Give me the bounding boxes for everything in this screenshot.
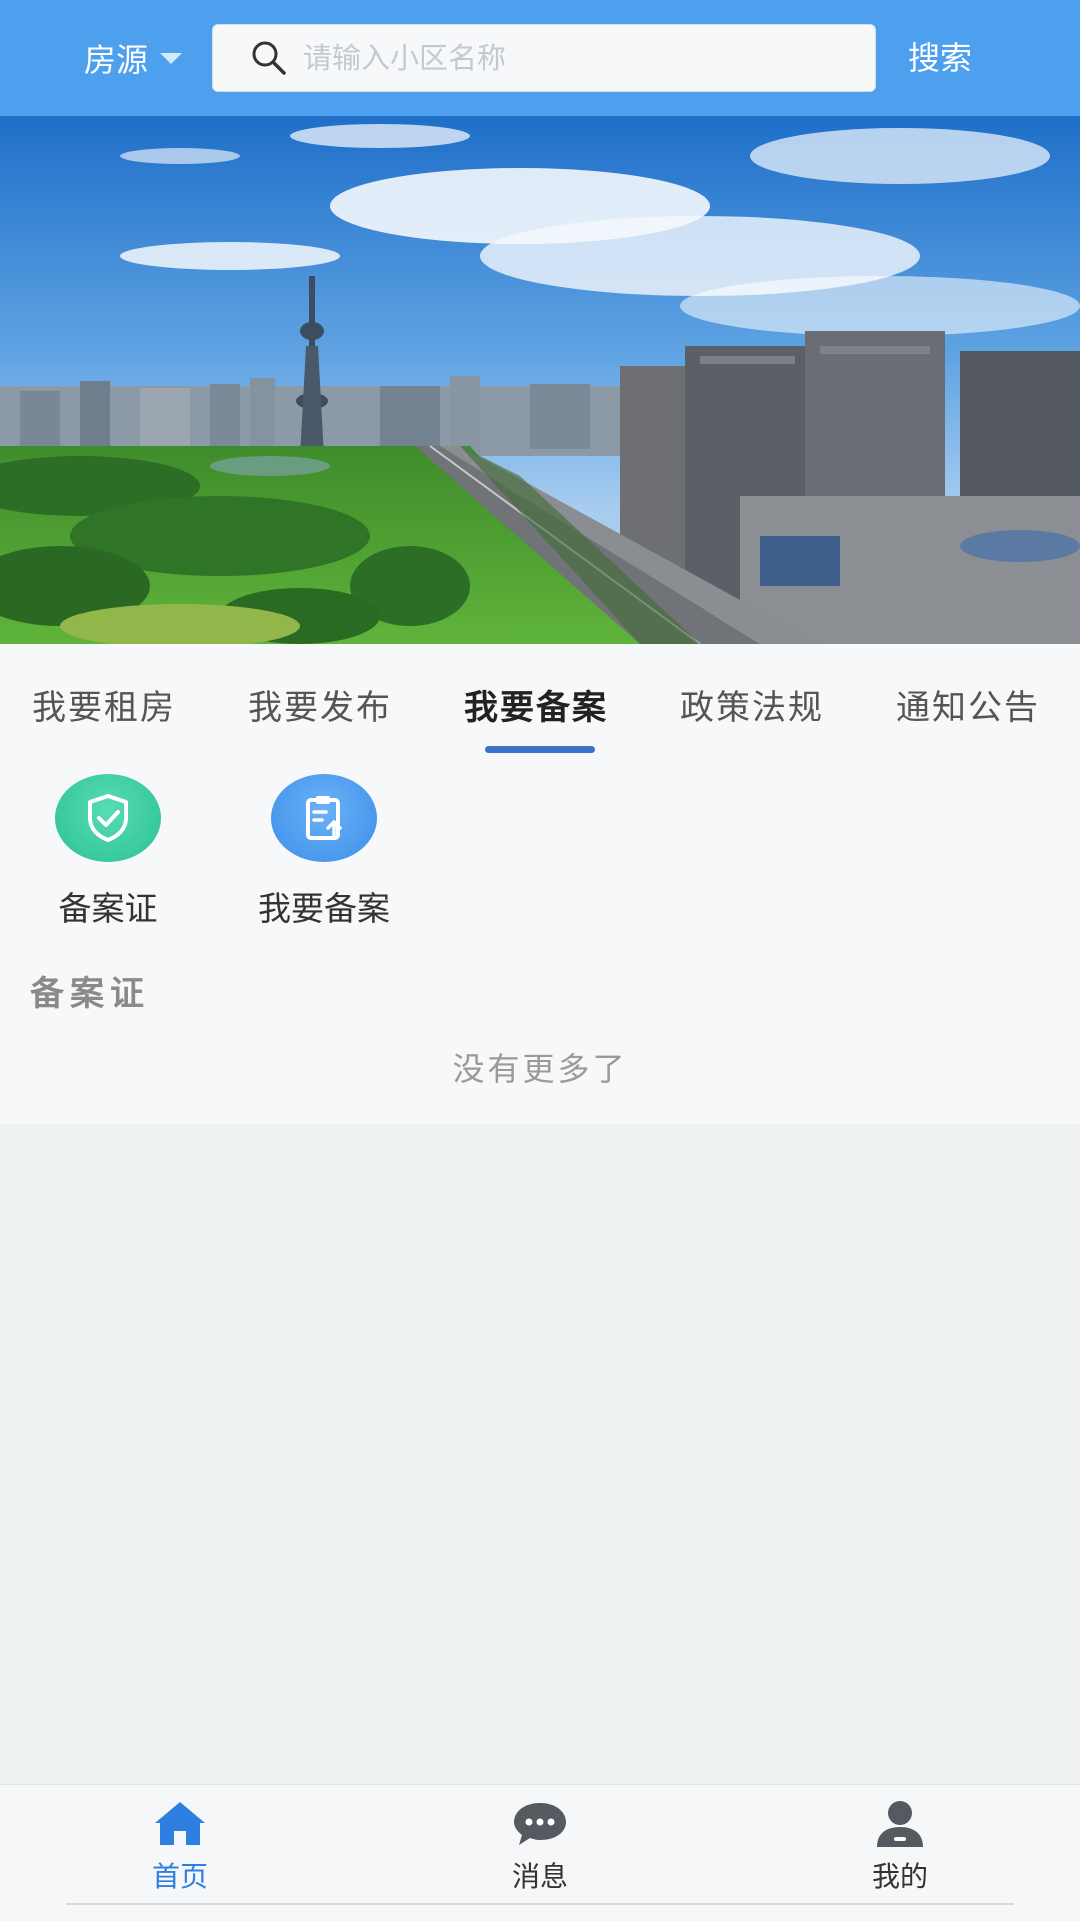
tab-rent[interactable]: 我要租房: [32, 680, 176, 729]
active-tab-indicator: [485, 746, 595, 753]
user-icon: [877, 1801, 923, 1847]
chevron-down-icon: [160, 52, 183, 64]
nav-home-label: 首页: [151, 1860, 208, 1893]
nav-profile-label: 我的: [871, 1860, 928, 1893]
apply-filing-label: 我要备案: [258, 889, 390, 928]
content-panel: 我要租房 我要发布 我要备案 政策法规 通知公告 备案证 我要备案 备案证 没有…: [0, 644, 1080, 1124]
tab-policy[interactable]: 政策法规: [680, 680, 824, 729]
chat-bubble-icon: [514, 1803, 566, 1845]
nav-messages-label: 消息: [511, 1860, 568, 1893]
search-input[interactable]: [301, 40, 865, 76]
search-icon: [252, 41, 286, 75]
filing-certificate-tile[interactable]: 备案证: [18, 774, 198, 930]
apply-filing-tile[interactable]: 我要备案: [234, 774, 414, 930]
bottom-navigation: 首页 消息 我的: [0, 1784, 1080, 1921]
home-icon: [155, 1802, 205, 1845]
nav-messages[interactable]: 消息: [460, 1799, 620, 1895]
category-tabs: 我要租房 我要发布 我要备案 政策法规 通知公告: [0, 644, 1080, 756]
category-dropdown-label: 房源: [84, 41, 149, 79]
tab-filing[interactable]: 我要备案: [464, 680, 608, 729]
section-title: 备案证: [30, 974, 150, 1014]
filing-certificate-label: 备案证: [58, 889, 158, 928]
tab-publish[interactable]: 我要发布: [248, 680, 392, 729]
nav-home[interactable]: 首页: [100, 1799, 260, 1895]
nav-profile[interactable]: 我的: [820, 1799, 980, 1895]
search-button[interactable]: 搜索: [908, 30, 972, 86]
nav-divider: [66, 1903, 1014, 1905]
empty-list-text: 没有更多了: [452, 1050, 628, 1088]
clipboard-upload-icon: [271, 774, 377, 862]
search-bar[interactable]: [212, 24, 876, 92]
banner-image[interactable]: [0, 116, 1080, 644]
top-bar: 房源 搜索: [0, 0, 1080, 116]
tab-notice[interactable]: 通知公告: [896, 680, 1040, 729]
category-dropdown[interactable]: 房源: [84, 30, 183, 86]
city-skyline-photo: [0, 116, 1080, 644]
shield-check-icon: [55, 774, 161, 862]
